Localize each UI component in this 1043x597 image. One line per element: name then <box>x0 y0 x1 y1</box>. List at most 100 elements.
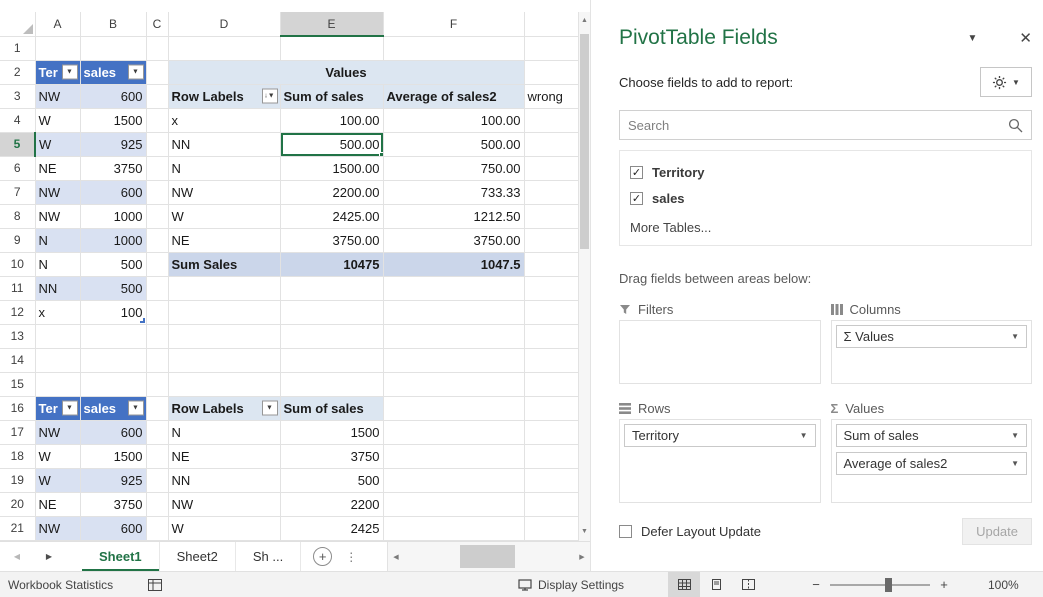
cell-E11[interactable] <box>280 276 384 301</box>
row-header-9[interactable]: 9 <box>0 228 36 253</box>
sheet-tab-sheet2[interactable]: Sheet2 <box>160 542 236 571</box>
scroll-right-icon[interactable]: ▶ <box>574 553 590 561</box>
cell-F12[interactable] <box>383 300 525 325</box>
cell-A7[interactable]: NW <box>35 180 81 205</box>
cell-F11[interactable] <box>383 276 525 301</box>
cell-D4[interactable]: x <box>168 108 281 133</box>
cell-F1[interactable] <box>383 36 525 61</box>
pane-close-icon[interactable]: ✕ <box>1019 29 1032 47</box>
cell-B21[interactable]: 600 <box>80 516 147 541</box>
cell-F3[interactable]: Average of sales2 <box>383 84 525 109</box>
cell-C20[interactable] <box>146 492 169 517</box>
row-header-14[interactable]: 14 <box>0 348 36 373</box>
area-item-average-of-sales2[interactable]: Average of sales2 ▼ <box>835 452 1027 475</box>
cell-C10[interactable] <box>146 252 169 277</box>
cell-A6[interactable]: NE <box>35 156 81 181</box>
row-header-21[interactable]: 21 <box>0 516 36 541</box>
cell-B17[interactable]: 600 <box>80 420 147 445</box>
cell-B19[interactable]: 925 <box>80 468 147 493</box>
column-header-A[interactable]: A <box>35 12 81 37</box>
defer-layout-checkbox[interactable] <box>619 525 632 538</box>
cell-E21[interactable]: 2425 <box>280 516 384 541</box>
column-header-D[interactable]: D <box>168 12 281 37</box>
cell-E17[interactable]: 1500 <box>280 420 384 445</box>
column-header-E[interactable]: E <box>280 12 384 37</box>
cell-E12[interactable] <box>280 300 384 325</box>
cell-B2[interactable]: sales ▼ <box>80 60 147 85</box>
cell-D8[interactable]: W <box>168 204 281 229</box>
chevron-down-icon[interactable]: ▼ <box>800 431 808 440</box>
zoom-slider-track[interactable] <box>830 577 930 592</box>
row-header-15[interactable]: 15 <box>0 372 36 397</box>
cell-F16[interactable] <box>383 396 525 421</box>
zoom-slider-thumb[interactable] <box>885 577 892 592</box>
zoom-in-button[interactable]: + <box>938 577 950 592</box>
zoom-level-button[interactable]: 100% <box>988 572 1019 597</box>
cell-A15[interactable] <box>35 372 81 397</box>
field-item-territory[interactable]: ✓ Territory <box>620 159 1031 185</box>
column-header-F[interactable]: F <box>383 12 525 37</box>
update-button[interactable]: Update <box>962 518 1032 545</box>
cell-B14[interactable] <box>80 348 147 373</box>
cell-D10[interactable]: Sum Sales <box>168 252 281 277</box>
cell-G7[interactable] <box>524 180 579 205</box>
cell-C11[interactable] <box>146 276 169 301</box>
cell-G15[interactable] <box>524 372 579 397</box>
vertical-scrollbar[interactable]: ▲ ▼ <box>578 12 590 541</box>
tab-splitter-handle[interactable]: ⋮ <box>345 542 357 571</box>
cell-C4[interactable] <box>146 108 169 133</box>
chevron-down-icon[interactable]: ▼ <box>1011 332 1019 341</box>
cell-A13[interactable] <box>35 324 81 349</box>
field-checkbox-sales[interactable]: ✓ <box>630 191 643 205</box>
cell-A20[interactable]: NE <box>35 492 81 517</box>
pane-options-chevron-icon[interactable]: ▼ <box>968 33 978 44</box>
cell-G18[interactable] <box>524 444 579 469</box>
cell-E7[interactable]: 2200.00 <box>280 180 384 205</box>
cell-D6[interactable]: N <box>168 156 281 181</box>
cell-C2[interactable] <box>146 60 169 85</box>
cell-B15[interactable] <box>80 372 147 397</box>
select-all-corner[interactable] <box>0 12 36 37</box>
cell-G3[interactable]: wrong <box>524 84 579 109</box>
cell-C7[interactable] <box>146 180 169 205</box>
cell-E10[interactable]: 10475 <box>280 252 384 277</box>
sheet-tab-sheet1[interactable]: Sheet1 <box>82 542 160 571</box>
cell-F17[interactable] <box>383 420 525 445</box>
cell-G21[interactable] <box>524 516 579 541</box>
cell-C19[interactable] <box>146 468 169 493</box>
cell-F10[interactable]: 1047.5 <box>383 252 525 277</box>
cell-F15[interactable] <box>383 372 525 397</box>
cell-A11[interactable]: NN <box>35 276 81 301</box>
cell-F13[interactable] <box>383 324 525 349</box>
cell-C1[interactable] <box>146 36 169 61</box>
cell-C6[interactable] <box>146 156 169 181</box>
cell-B13[interactable] <box>80 324 147 349</box>
sort-filter-button[interactable]: ↓▼ <box>261 88 278 104</box>
search-input[interactable] <box>628 117 1008 133</box>
cell-A12[interactable]: x <box>35 300 81 325</box>
cell-A4[interactable]: W <box>35 108 81 133</box>
cell-D2[interactable]: Values <box>168 60 525 85</box>
row-header-18[interactable]: 18 <box>0 444 36 469</box>
row-header-6[interactable]: 6 <box>0 156 36 181</box>
cell-E14[interactable] <box>280 348 384 373</box>
tools-gear-button[interactable]: ▼ <box>980 67 1032 97</box>
cell-B6[interactable]: 3750 <box>80 156 147 181</box>
scroll-up-icon[interactable]: ▲ <box>579 14 590 28</box>
columns-area-box[interactable]: Σ Values ▼ <box>830 320 1032 384</box>
area-item-territory[interactable]: Territory ▼ <box>624 424 816 447</box>
cell-C16[interactable] <box>146 396 169 421</box>
cell-G19[interactable] <box>524 468 579 493</box>
row-header-8[interactable]: 8 <box>0 204 36 229</box>
cell-A8[interactable]: NW <box>35 204 81 229</box>
row-header-5[interactable]: 5 <box>0 132 36 157</box>
cell-B8[interactable]: 1000 <box>80 204 147 229</box>
cell-G4[interactable] <box>524 108 579 133</box>
page-layout-view-button[interactable] <box>700 572 732 597</box>
rows-area-box[interactable]: Territory ▼ <box>619 419 821 503</box>
column-header-C[interactable]: C <box>146 12 169 37</box>
cell-A9[interactable]: N <box>35 228 81 253</box>
new-sheet-button[interactable]: + <box>313 547 333 566</box>
cell-D3[interactable]: Row Labels ↓▼ <box>168 84 281 109</box>
cell-C21[interactable] <box>146 516 169 541</box>
